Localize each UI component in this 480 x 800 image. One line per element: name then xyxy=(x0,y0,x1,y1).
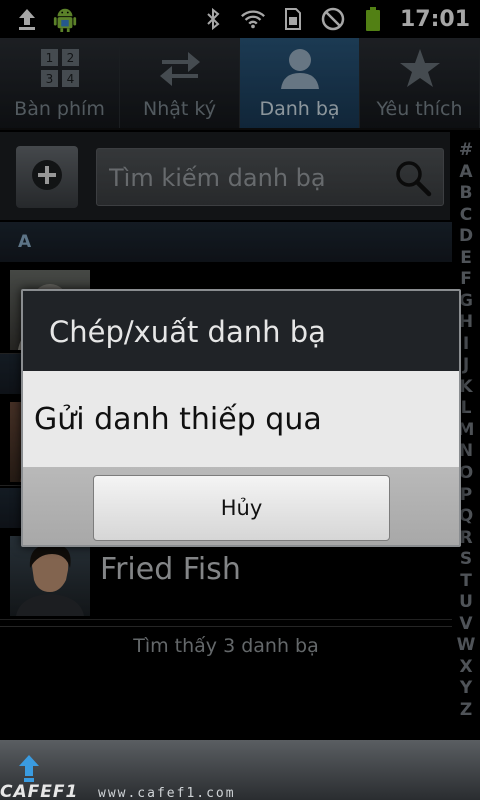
dialog-title: Chép/xuất danh bạ xyxy=(23,291,459,371)
cancel-button[interactable]: Hủy xyxy=(93,475,390,541)
bottom-bar: CAFEF1 www.cafef1.com xyxy=(0,740,480,800)
up-arrow-icon xyxy=(18,754,40,784)
export-dialog: Chép/xuất danh bạ Gửi danh thiếp qua Hủy xyxy=(21,289,461,547)
dialog-button-area: Hủy xyxy=(23,467,459,545)
watermark-logo: CAFEF1 xyxy=(0,782,79,800)
watermark-url: www.cafef1.com xyxy=(98,786,236,800)
send-namecard-option[interactable]: Gửi danh thiếp qua xyxy=(23,371,459,467)
